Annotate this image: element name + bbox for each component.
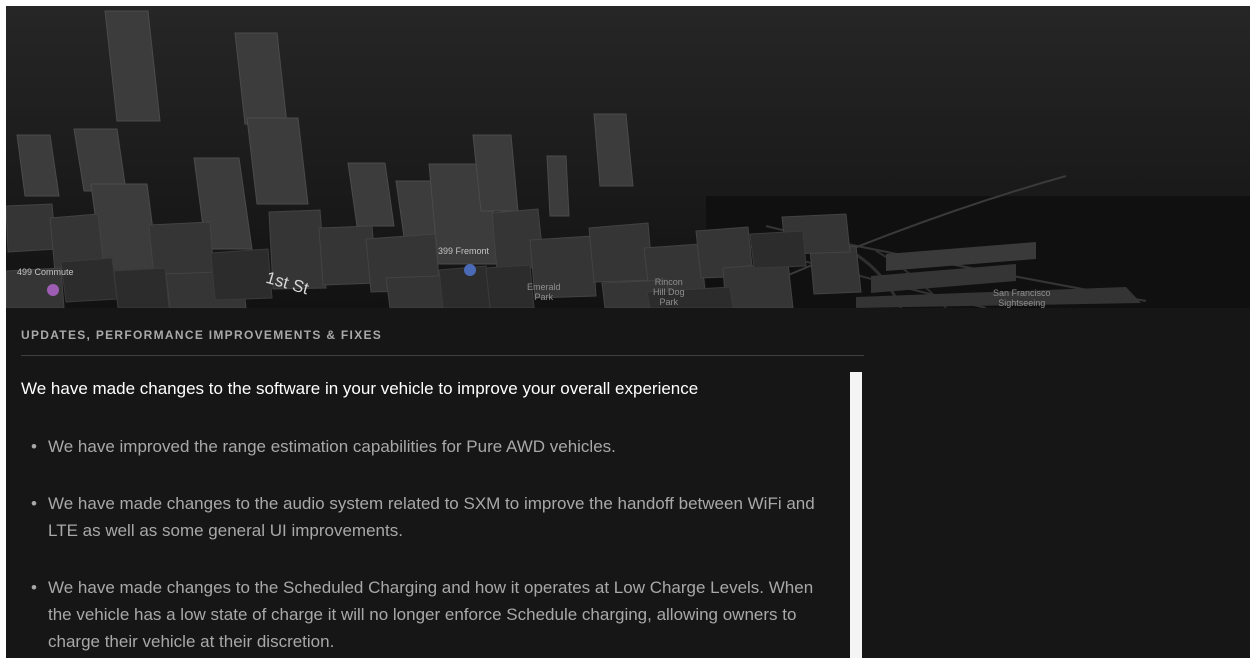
map-label-emerald-park: Emerald Park: [527, 282, 561, 302]
bullet-dot: •: [31, 494, 37, 513]
map-label-san-francisco-sightseeing: San Francisco Sightseeing: [993, 288, 1051, 308]
map-label-commute: 499 Commute: [17, 267, 74, 277]
location-pin-icon[interactable]: [464, 264, 476, 276]
list-item: • We have improved the range estimation …: [28, 433, 818, 460]
bullet-dot: •: [31, 437, 37, 456]
release-notes-intro: We have made changes to the software in …: [21, 379, 699, 398]
city-buildings-map: [6, 6, 1250, 308]
section-divider: [21, 355, 864, 356]
navigation-map[interactable]: 499 Commute 399 Fremont 1st St Emerald P…: [6, 6, 1250, 308]
scrollbar[interactable]: [850, 372, 862, 658]
list-item-text: We have made changes to the audio system…: [48, 494, 815, 540]
list-item: • We have made changes to the Scheduled …: [28, 574, 818, 655]
release-notes-list: • We have improved the range estimation …: [28, 433, 818, 658]
section-heading: UPDATES, PERFORMANCE IMPROVEMENTS & FIXE…: [21, 328, 383, 342]
list-item: • We have made changes to the audio syst…: [28, 490, 818, 544]
map-label-rincon-hill-dog-park: Rincon Hill Dog Park: [653, 277, 685, 307]
release-notes-panel: UPDATES, PERFORMANCE IMPROVEMENTS & FIXE…: [6, 308, 1250, 658]
scrollbar-thumb[interactable]: [850, 372, 862, 658]
list-item-text: We have made changes to the Scheduled Ch…: [48, 578, 814, 651]
bullet-dot: •: [31, 578, 37, 597]
location-pin-icon[interactable]: [47, 284, 59, 296]
map-label-fremont: 399 Fremont: [438, 246, 490, 256]
vehicle-screen: 499 Commute 399 Fremont 1st St Emerald P…: [6, 6, 1250, 658]
list-item-text: We have improved the range estimation ca…: [48, 437, 616, 456]
